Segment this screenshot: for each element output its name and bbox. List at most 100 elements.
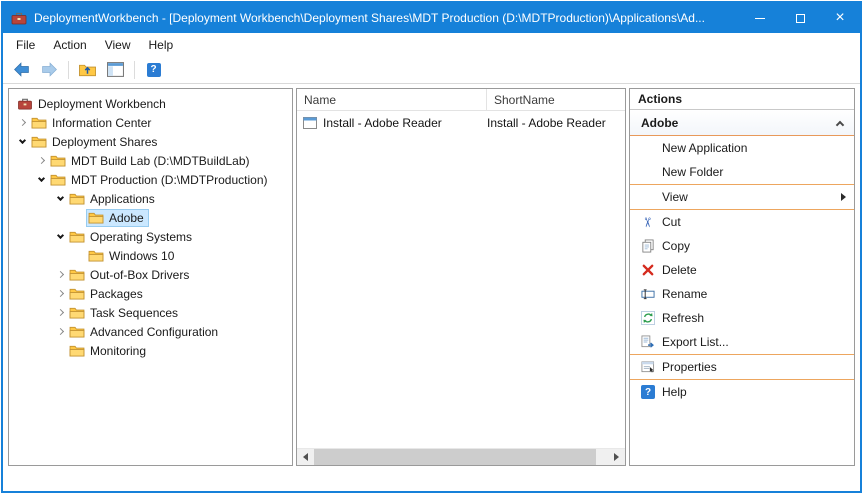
menu-bar: File Action View Help [3,33,860,56]
delete-icon [641,263,662,277]
help-icon: ? [641,385,662,399]
tree-item-adobe[interactable]: Adobe [9,208,292,227]
expander-icon[interactable] [53,291,67,296]
cut-icon: ✂ [641,216,662,229]
list-row-install-adobe-reader[interactable]: Install - Adobe Reader Install - Adobe R… [297,113,625,133]
results-pane: Name ShortName Install - Adobe Reader In… [296,88,626,466]
tree-item-out-of-box-drivers[interactable]: Out-of-Box Drivers [9,265,292,284]
tree-item-mdt-production[interactable]: MDT Production (D:\MDTProduction) [9,170,292,189]
chevron-up-icon[interactable] [836,120,844,128]
actions-group-header-adobe[interactable]: Adobe [630,110,854,136]
expander-icon[interactable] [53,310,67,315]
expander-icon[interactable] [34,178,48,181]
action-label: New Application [662,141,747,155]
tree-item-task-sequences[interactable]: Task Sequences [9,303,292,322]
action-item-copy[interactable]: Copy [630,234,854,258]
expander-icon[interactable] [34,158,48,163]
minimize-button[interactable] [740,3,780,33]
status-area [3,466,860,491]
expander-icon[interactable] [53,329,67,334]
action-item-new-application[interactable]: New Application [630,136,854,160]
action-item-new-folder[interactable]: New Folder [630,160,854,184]
title-bar[interactable]: DeploymentWorkbench - [Deployment Workbe… [3,3,860,33]
action-label: Export List... [662,335,729,349]
show-console-tree-button[interactable] [103,59,128,81]
expander-icon[interactable] [15,120,29,125]
tree-item-label: Deployment Workbench [38,97,166,111]
toolbar: ? [3,56,860,84]
tree-item-deployment-workbench[interactable]: Deployment Workbench [9,94,292,113]
up-folder-icon [79,62,96,77]
tree-item-deployment-shares[interactable]: Deployment Shares [9,132,292,151]
back-button[interactable] [9,59,34,81]
folder-icon [88,211,104,224]
help-button[interactable]: ? [141,59,166,81]
actions-group-label: Adobe [641,116,678,130]
up-one-level-button[interactable] [75,59,100,81]
folder-icon [31,135,47,148]
action-label: Copy [662,239,690,253]
expander-icon[interactable] [15,140,29,143]
menu-help[interactable]: Help [140,35,183,55]
action-item-export-list[interactable]: Export List... [630,330,854,354]
window-controls: × [740,3,860,33]
tree-item-label: Advanced Configuration [90,325,218,339]
tree-item-information-center[interactable]: Information Center [9,113,292,132]
scrollbar-track[interactable] [314,449,608,465]
cell-name: Install - Adobe Reader [297,116,487,130]
cell-shortname: Install - Adobe Reader [487,116,606,130]
tree-item-label: Out-of-Box Drivers [90,268,189,282]
tree-item-label: Windows 10 [109,249,174,263]
action-item-cut[interactable]: ✂ Cut [630,210,854,234]
forward-button[interactable] [37,59,62,81]
tree-item-advanced-configuration[interactable]: Advanced Configuration [9,322,292,341]
list-body: Install - Adobe Reader Install - Adobe R… [297,111,625,448]
close-button[interactable]: × [820,3,860,33]
scroll-left-arrow[interactable] [297,449,314,465]
folder-icon [69,306,85,319]
rename-icon [641,287,662,301]
column-header-name[interactable]: Name [297,89,487,110]
action-item-delete[interactable]: Delete [630,258,854,282]
copy-icon [641,239,662,253]
action-label: Delete [662,263,697,277]
column-header-shortname[interactable]: ShortName [487,89,625,110]
scroll-right-arrow[interactable] [608,449,625,465]
tree-item-label: MDT Build Lab (D:\MDTBuildLab) [71,154,250,168]
tree-item-windows-10[interactable]: Windows 10 [9,246,292,265]
tree-item-label: Deployment Shares [52,135,157,149]
folder-icon [50,173,66,186]
main-area: Deployment Workbench Information Center … [8,88,855,466]
properties-icon [641,360,662,374]
tree-item-operating-systems[interactable]: Operating Systems [9,227,292,246]
forward-arrow-icon [41,62,58,77]
action-item-properties[interactable]: Properties [630,355,854,379]
scrollbar-thumb[interactable] [314,449,596,465]
tree-item-monitoring[interactable]: Monitoring [9,341,292,360]
action-item-view[interactable]: View [630,185,854,209]
expander-icon[interactable] [53,272,67,277]
help-icon: ? [147,63,161,77]
menu-file[interactable]: File [7,35,44,55]
toolbar-separator [68,61,69,79]
expander-icon[interactable] [53,235,67,238]
submenu-arrow-icon [841,193,846,201]
menu-view[interactable]: View [96,35,140,55]
action-item-refresh[interactable]: Refresh [630,306,854,330]
action-label: Rename [662,287,707,301]
maximize-button[interactable] [780,3,820,33]
tree-item-applications[interactable]: Applications [9,189,292,208]
menu-action[interactable]: Action [44,35,95,55]
tree-item-mdt-build-lab[interactable]: MDT Build Lab (D:\MDTBuildLab) [9,151,292,170]
action-label: Refresh [662,311,704,325]
tree-item-label: Adobe [109,211,144,225]
action-label: View [662,190,688,204]
action-item-rename[interactable]: Rename [630,282,854,306]
folder-icon [69,287,85,300]
tree-item-packages[interactable]: Packages [9,284,292,303]
expander-icon[interactable] [53,197,67,200]
folder-icon [31,116,47,129]
action-item-help[interactable]: ? Help [630,380,854,404]
tree-item-label: Packages [90,287,143,301]
horizontal-scrollbar[interactable] [297,448,625,465]
